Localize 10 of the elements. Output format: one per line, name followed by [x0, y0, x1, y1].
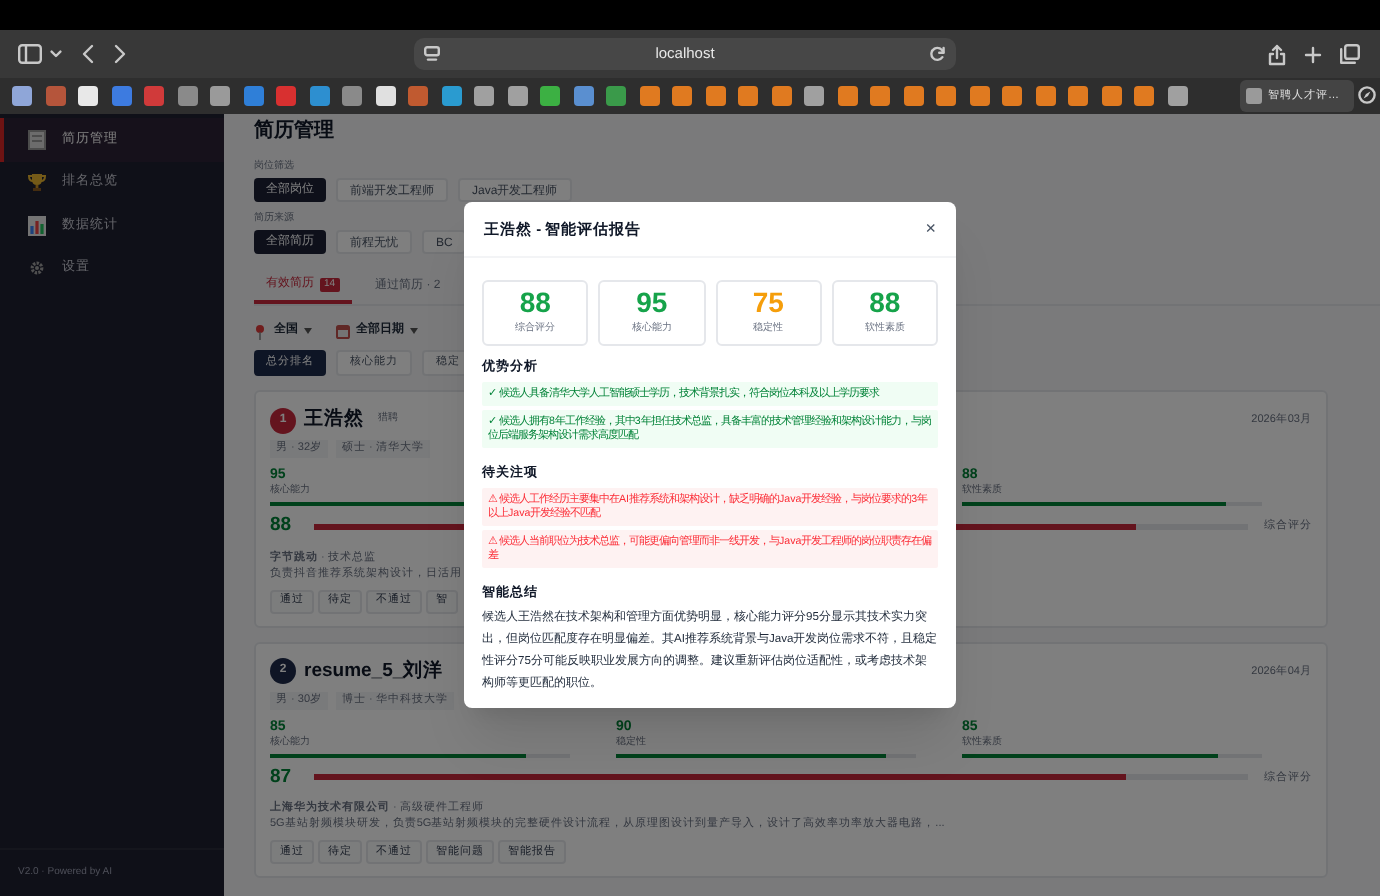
score-value: 88 [869, 288, 901, 317]
page-title: 简历管理 [254, 118, 336, 146]
overall-score: 87 [270, 763, 294, 792]
score-value: 75 [752, 288, 784, 317]
score-value: 95 [636, 288, 668, 317]
candidate-name: 王浩然 [304, 406, 364, 434]
overall-score: 88 [270, 512, 294, 541]
score-value: 88 [519, 288, 551, 317]
close-button[interactable]: × [925, 220, 936, 238]
candidate-name: resume_5_刘洋 [304, 657, 444, 685]
